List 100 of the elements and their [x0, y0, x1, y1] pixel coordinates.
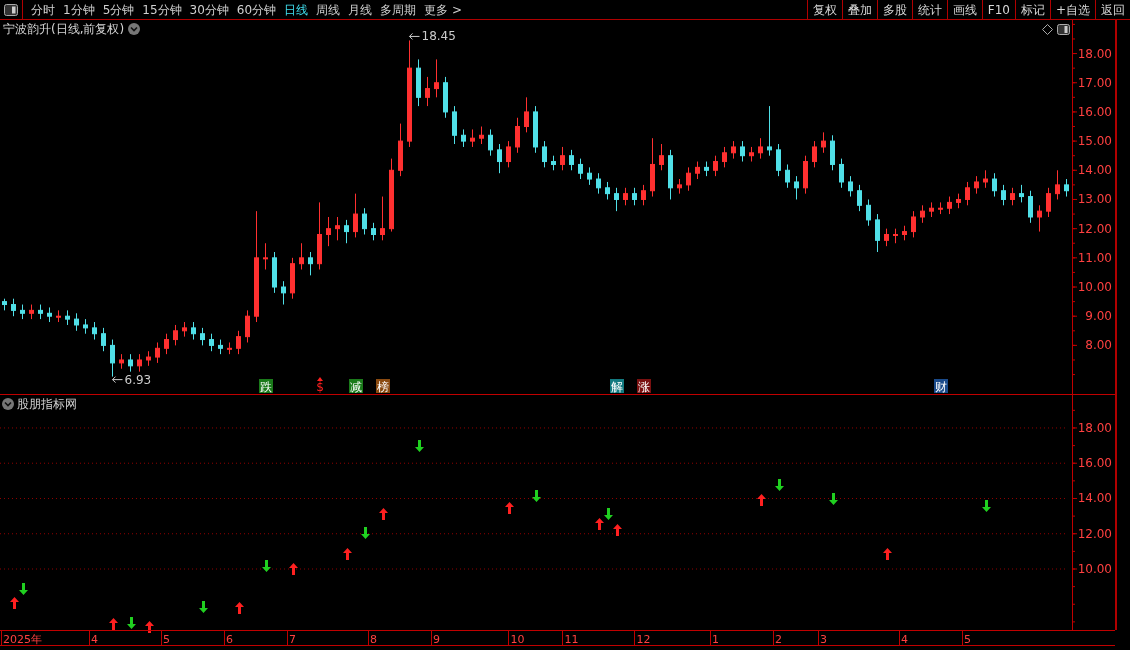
chevron-down-icon[interactable]: [2, 398, 14, 410]
period-tab[interactable]: 分时: [27, 0, 59, 19]
candle: [119, 353, 124, 370]
toolbar-button[interactable]: F10: [981, 0, 1015, 19]
up-arrow-icon: [883, 548, 892, 560]
period-tab[interactable]: 60分钟: [232, 0, 281, 19]
candle: [56, 309, 61, 323]
date-label: 5: [964, 633, 971, 646]
period-tab[interactable]: 周线: [312, 0, 345, 19]
candle: [38, 304, 43, 320]
event-badge[interactable]: 解: [610, 379, 624, 394]
date-label: 2025年: [3, 633, 42, 646]
down-arrow-icon: [415, 440, 424, 452]
candle: [20, 304, 25, 320]
candle: [713, 155, 718, 177]
period-tab[interactable]: 更多 >: [420, 0, 466, 19]
candle: [452, 105, 457, 145]
down-arrow-icon: [532, 490, 541, 502]
down-arrow-icon: [361, 527, 370, 539]
period-tab[interactable]: 日线: [280, 0, 313, 19]
toolbar-button[interactable]: 叠加: [841, 0, 877, 19]
axis-label: 11.00: [1077, 250, 1112, 265]
period-tab[interactable]: 1分钟: [59, 0, 99, 19]
candle: [92, 321, 97, 341]
candle: [902, 225, 907, 241]
axis-label: 16.00: [1077, 456, 1112, 471]
period-tab[interactable]: 月线: [344, 0, 377, 19]
panel-toggle-icon[interactable]: [4, 3, 18, 16]
candle: [470, 128, 475, 148]
toolbar-button[interactable]: 多股: [876, 0, 912, 19]
event-badge[interactable]: 减: [349, 379, 363, 394]
period-tab[interactable]: 5分钟: [98, 0, 139, 19]
candle: [488, 128, 493, 157]
candle: [929, 201, 934, 218]
candle: [614, 187, 619, 212]
candle: [533, 105, 538, 154]
candle: [551, 155, 556, 171]
candle: [848, 175, 853, 198]
panel-toggle-icon[interactable]: [1057, 23, 1070, 35]
event-badge[interactable]: 跌: [259, 379, 273, 394]
axis-label: 16.00: [1077, 104, 1112, 119]
date-label: 12: [636, 633, 651, 646]
axis-label: 8.00: [1085, 338, 1112, 353]
candle: [866, 198, 871, 227]
candle: [1037, 204, 1042, 233]
candle: [830, 134, 835, 171]
candle: [542, 140, 547, 168]
candle: [1001, 184, 1006, 206]
candle: [137, 353, 142, 373]
event-badge[interactable]: 涨: [637, 379, 651, 394]
candle: [983, 169, 988, 189]
date-label: 4: [91, 633, 98, 646]
period-tab[interactable]: 多周期: [376, 0, 421, 19]
candle: [839, 158, 844, 189]
candle: [263, 242, 268, 270]
diamond-icon[interactable]: [1042, 23, 1053, 35]
event-badge[interactable]: 财: [934, 379, 948, 394]
candle: [1019, 184, 1024, 203]
candle: [443, 76, 448, 119]
candle: [668, 149, 673, 200]
candle: [623, 187, 628, 206]
up-arrow-icon: [10, 597, 19, 609]
candle: [272, 251, 277, 294]
down-arrow-icon: [127, 617, 136, 629]
candle: [767, 105, 772, 157]
candle: [299, 242, 304, 270]
event-mark[interactable]: $: [316, 377, 324, 394]
toolbar-button[interactable]: 返回: [1095, 0, 1130, 19]
candle: [380, 196, 385, 241]
candle: [920, 204, 925, 224]
toolbar-button[interactable]: 复权: [806, 0, 842, 19]
period-tab[interactable]: 30分钟: [185, 0, 233, 19]
date-label: 1: [712, 633, 719, 646]
date-label: 9: [433, 633, 440, 646]
toolbar-button[interactable]: 统计: [911, 0, 947, 19]
date-label: 5: [163, 633, 170, 646]
candle: [731, 140, 736, 160]
candle: [200, 327, 205, 346]
toolbar-button[interactable]: +自选: [1049, 0, 1095, 19]
event-badge[interactable]: 榜: [376, 379, 390, 394]
candle: [524, 96, 529, 133]
period-tab[interactable]: 15分钟: [138, 0, 186, 19]
candle: [155, 341, 160, 364]
candle: [1055, 169, 1060, 200]
toolbar-button[interactable]: 标记: [1014, 0, 1050, 19]
candle: [236, 330, 241, 355]
toolbar-button[interactable]: 画线: [946, 0, 982, 19]
date-label: 3: [820, 633, 827, 646]
axis-label: 9.00: [1085, 309, 1112, 324]
chevron-down-icon[interactable]: [128, 23, 141, 35]
candle: [1046, 187, 1051, 218]
candle: [596, 172, 601, 195]
candle: [164, 333, 169, 355]
candle: [578, 158, 583, 180]
candle: [992, 172, 997, 198]
candle: [560, 146, 565, 171]
up-arrow-icon: [289, 563, 298, 575]
candle: [704, 161, 709, 177]
candle: [182, 321, 187, 338]
candle: [938, 201, 943, 215]
